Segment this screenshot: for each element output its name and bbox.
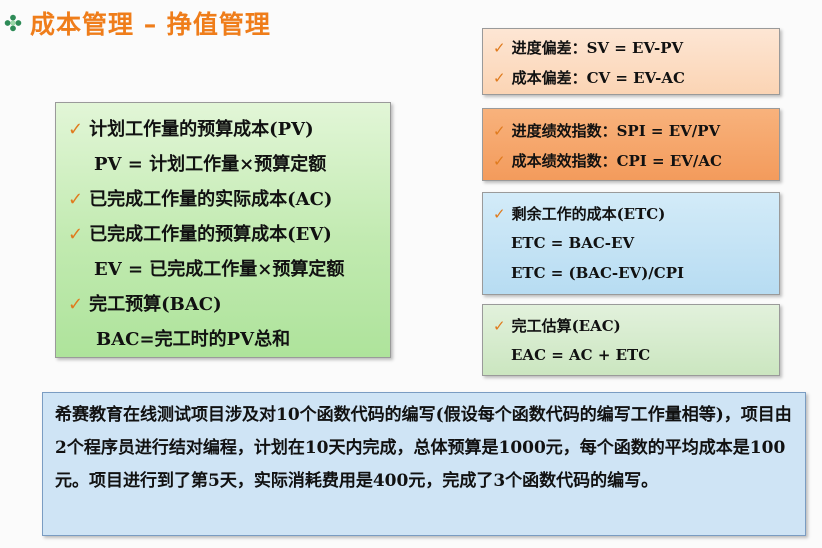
etc-formula-1: ETC = BAC-EV <box>511 234 635 252</box>
sv-text: 进度偏差：SV = EV-PV <box>511 39 684 57</box>
check-mark-icon: ✓ <box>68 119 84 140</box>
title-row: 成本管理 – 挣值管理 <box>4 6 271 40</box>
check-mark-icon: ✓ <box>68 294 84 315</box>
check-mark-icon: ✓ <box>493 39 506 57</box>
cv-text: 成本偏差：CV = EV-AC <box>511 69 685 87</box>
check-mark-icon: ✓ <box>68 224 84 245</box>
pv-item: ✓ 计划工作量的预算成本(PV) <box>68 115 314 141</box>
check-mark-icon: ✓ <box>493 122 506 140</box>
eac-box: ✓ 完工估算(EAC) EAC = AC + ETC <box>482 304 780 376</box>
cpi-text: 成本绩效指数：CPI = EV/AC <box>511 152 722 170</box>
definitions-box: ✓ 计划工作量的预算成本(PV) PV = 计划工作量×预算定额 ✓ 已完成工作量的… <box>55 102 391 358</box>
bac-label: 完工预算(BAC) <box>89 294 222 315</box>
pv-label: 计划工作量的预算成本(PV) <box>89 119 314 140</box>
bac-item: ✓ 完工预算(BAC) <box>68 290 222 316</box>
page-title: 成本管理 – 挣值管理 <box>30 10 271 39</box>
check-mark-icon: ✓ <box>493 152 506 170</box>
check-mark-icon: ✓ <box>493 317 506 335</box>
ev-formula: EV = 已完成工作量×预算定额 <box>94 259 345 280</box>
variance-box: ✓ 进度偏差：SV = EV-PV ✓ 成本偏差：CV = EV-AC <box>482 28 780 95</box>
bac-formula: BAC=完工时的PV总和 <box>96 329 291 350</box>
flower-bullet-icon <box>4 14 22 32</box>
cpi-item: ✓ 成本绩效指数：CPI = EV/AC <box>493 150 722 171</box>
check-mark-icon: ✓ <box>493 69 506 87</box>
ev-item: ✓ 已完成工作量的预算成本(EV) <box>68 220 332 246</box>
etc-formula-2: ETC = (BAC-EV)/CPI <box>511 264 685 282</box>
eac-formula: EAC = AC + ETC <box>511 346 651 364</box>
etc-item: ✓ 剩余工作的成本(ETC) <box>493 203 665 224</box>
etc-label: 剩余工作的成本(ETC) <box>511 205 666 223</box>
sv-item: ✓ 进度偏差：SV = EV-PV <box>493 37 683 58</box>
check-mark-icon: ✓ <box>493 205 506 223</box>
eac-item: ✓ 完工估算(EAC) <box>493 315 621 336</box>
ac-label: 已完成工作量的实际成本(AC) <box>89 189 333 210</box>
cv-item: ✓ 成本偏差：CV = EV-AC <box>493 67 685 88</box>
index-box: ✓ 进度绩效指数：SPI = EV/PV ✓ 成本绩效指数：CPI = EV/AC <box>482 108 780 181</box>
eac-label: 完工估算(EAC) <box>511 317 621 335</box>
problem-text: 希赛教育在线测试项目涉及对10个函数代码的编写(假设每个函数代码的编写工作量相等… <box>55 405 792 491</box>
problem-box: 希赛教育在线测试项目涉及对10个函数代码的编写(假设每个函数代码的编写工作量相等… <box>42 392 806 536</box>
check-mark-icon: ✓ <box>68 189 84 210</box>
pv-formula: PV = 计划工作量×预算定额 <box>94 154 327 175</box>
ac-item: ✓ 已完成工作量的实际成本(AC) <box>68 185 332 211</box>
spi-item: ✓ 进度绩效指数：SPI = EV/PV <box>493 120 720 141</box>
ev-label: 已完成工作量的预算成本(EV) <box>89 224 332 245</box>
spi-text: 进度绩效指数：SPI = EV/PV <box>511 122 721 140</box>
etc-box: ✓ 剩余工作的成本(ETC) ETC = BAC-EV ETC = (BAC-EV… <box>482 192 780 295</box>
